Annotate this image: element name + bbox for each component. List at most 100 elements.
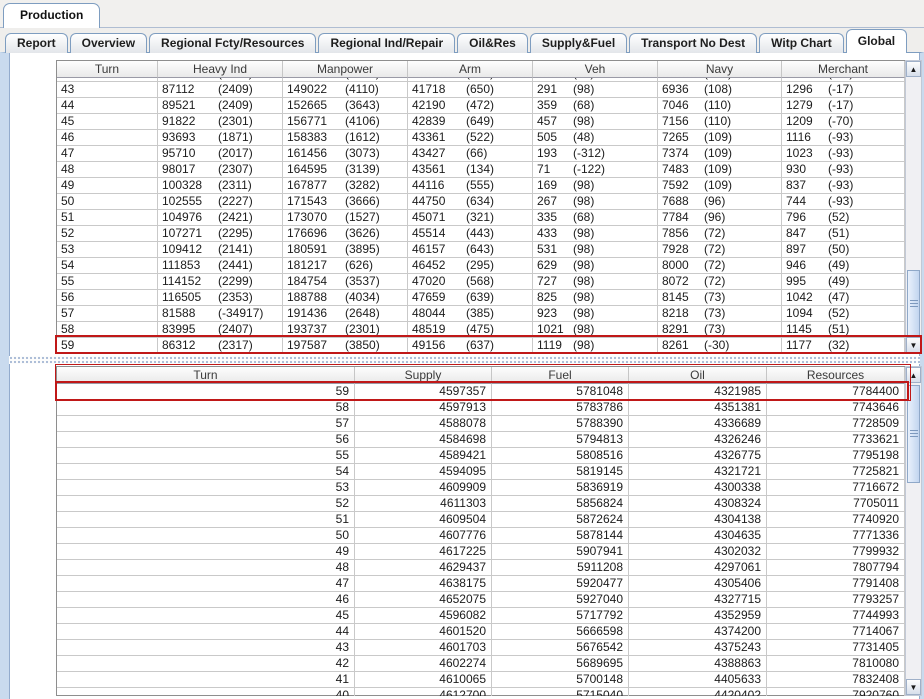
- table-row-turn-50[interactable]: 50 4607776 5878144 4304635 7771336: [57, 528, 905, 544]
- cell-value: 4300338: [629, 480, 767, 496]
- table-row-turn-57[interactable]: 57 4588078 5788390 4336689 7728509: [57, 416, 905, 432]
- table-row-turn-57[interactable]: 57 81588 (-34917) 191436 (2648) 48044 (385) 923…: [57, 306, 905, 322]
- split-divider[interactable]: [9, 356, 920, 364]
- subtab-regional-ind-repair[interactable]: Regional Ind/Repair: [318, 33, 456, 53]
- cell-delta: (4110): [345, 82, 379, 96]
- scroll-down-button[interactable]: ▼: [906, 679, 921, 695]
- cell-number: 184754: [287, 274, 328, 288]
- table-row-turn-41[interactable]: 41 4610065 5700148 4405633 7832408: [57, 672, 905, 688]
- cell-value: 98017 (2307): [158, 162, 283, 178]
- cell-value: 4609909: [355, 480, 492, 496]
- table-row-turn-56[interactable]: 56 116505 (2353) 188788 (4034) 47659 (639) 825 (…: [57, 290, 905, 306]
- cell-value: 457 (98): [533, 114, 658, 130]
- table-row-turn-45[interactable]: 45 4596082 5717792 4352959 7744993: [57, 608, 905, 624]
- table-row-turn-43[interactable]: 43 4601703 5676542 4375243 7731405: [57, 640, 905, 656]
- table-row-turn-55[interactable]: 55 4589421 5808516 4326775 7795198: [57, 448, 905, 464]
- subtab-transport-no-dest[interactable]: Transport No Dest: [629, 33, 758, 53]
- table-row-turn-58[interactable]: 58 4597913 5783786 4351381 7743646: [57, 400, 905, 416]
- table-row-turn-46[interactable]: 46 93693 (1871) 158383 (1612) 43361 (522) 505 (4…: [57, 130, 905, 146]
- subtab-oil-res[interactable]: Oil&Res: [457, 33, 528, 53]
- cell-value: 44116 (555): [408, 178, 533, 194]
- subtab-witp-chart[interactable]: Witp Chart: [759, 33, 844, 53]
- table-row-turn-54[interactable]: 54 4594095 5819145 4321721 7725821: [57, 464, 905, 480]
- table-row-turn-47[interactable]: 47 95710 (2017) 161456 (3073) 43427 (66) 193 (-3…: [57, 146, 905, 162]
- cell-value: 995 (49): [782, 274, 905, 290]
- table-row-turn-49[interactable]: 49 4617225 5907941 4302032 7799932: [57, 544, 905, 560]
- subtab-overview[interactable]: Overview: [69, 33, 148, 53]
- column-header-supply[interactable]: Supply: [355, 367, 492, 384]
- cell-number: 7592: [662, 178, 689, 192]
- tab-production[interactable]: Production: [3, 3, 101, 28]
- cell-number: 197587: [287, 338, 328, 352]
- cell-value: 930 (-93): [782, 162, 905, 178]
- table-row-turn-59[interactable]: 59 4597357 5781048 4321985 7784400: [57, 384, 905, 400]
- column-header-heavy-ind[interactable]: Heavy Ind: [158, 61, 283, 78]
- table-row-turn-59[interactable]: 59 86312 (2317) 197587 (3850) 49156 (637) 1119 (…: [57, 338, 905, 354]
- column-header-turn[interactable]: Turn: [57, 367, 355, 384]
- subtab-report[interactable]: Report: [5, 33, 68, 53]
- cell-delta: (3282): [345, 178, 380, 192]
- table-row-turn-51[interactable]: 51 4609504 5872624 4304138 7740920: [57, 512, 905, 528]
- supply-table-scrollbar[interactable]: ▲ ▼: [905, 366, 922, 696]
- cell-value: 837 (-93): [782, 178, 905, 194]
- cell-delta: (1871): [218, 130, 253, 144]
- column-header-veh[interactable]: Veh: [533, 61, 658, 78]
- subtab-global[interactable]: Global: [845, 29, 908, 53]
- cell-number: 169: [537, 178, 558, 192]
- table-row-turn-51[interactable]: 51 104976 (2421) 173070 (1527) 45071 (321) 335 (…: [57, 210, 905, 226]
- column-header-fuel[interactable]: Fuel: [492, 367, 629, 384]
- table-row-turn-45[interactable]: 45 91822 (2301) 156771 (4106) 42839 (649) 457 (9…: [57, 114, 905, 130]
- scrollbar-thumb[interactable]: [907, 385, 920, 483]
- cell-number: 7784: [662, 210, 689, 224]
- cell-delta: (639): [466, 290, 495, 304]
- cell-number: 161456: [287, 146, 328, 160]
- cell-number: 41718: [412, 82, 446, 96]
- table-row-turn-58[interactable]: 58 83995 (2407) 193737 (2301) 48519 (475) 1021 (…: [57, 322, 905, 338]
- cell-value: 1042 (47): [782, 290, 905, 306]
- subtab-supply-fuel[interactable]: Supply&Fuel: [529, 33, 628, 53]
- column-header-turn[interactable]: Turn: [57, 61, 158, 78]
- table-row-turn-54[interactable]: 54 111853 (2441) 181217 (626) 46452 (295) 629 (9…: [57, 258, 905, 274]
- subtab-regional-fcty-resources[interactable]: Regional Fcty/Resources: [149, 33, 317, 53]
- cell-number: 107271: [162, 226, 203, 240]
- table-row-turn-40[interactable]: 40 4612700 5715040 4420402 7920760: [57, 688, 905, 696]
- cell-turn: 53: [57, 480, 355, 496]
- table-row-turn-43[interactable]: 43 87112 (2409) 149022 (4110) 41718 (650) 291 (9…: [57, 82, 905, 98]
- column-header-resources[interactable]: Resources: [767, 367, 905, 384]
- table-row-turn-47[interactable]: 47 4638175 5920477 4305406 7791408: [57, 576, 905, 592]
- table-row-turn-53[interactable]: 53 109412 (2141) 180591 (3895) 46157 (643) 531 (…: [57, 242, 905, 258]
- table-row-turn-46[interactable]: 46 4652075 5927040 4327715 7793257: [57, 592, 905, 608]
- table-row-turn-48[interactable]: 48 4629437 5911208 4297061 7807794: [57, 560, 905, 576]
- table-row-turn-52[interactable]: 52 4611303 5856824 4308324 7705011: [57, 496, 905, 512]
- scroll-up-icon: ▲: [909, 370, 918, 380]
- cell-value: 45071 (321): [408, 210, 533, 226]
- cell-number: 744: [786, 194, 807, 208]
- column-header-merchant[interactable]: Merchant: [782, 61, 905, 78]
- table-row-turn-53[interactable]: 53 4609909 5836919 4300338 7716672: [57, 480, 905, 496]
- cell-value: 4638175: [355, 576, 492, 592]
- table-row-turn-55[interactable]: 55 114152 (2299) 184754 (3537) 47020 (568) 727 (…: [57, 274, 905, 290]
- cell-value: 4304138: [629, 512, 767, 528]
- production-table-scrollbar[interactable]: ▲ ▼: [905, 60, 922, 354]
- column-header-arm[interactable]: Arm: [408, 61, 533, 78]
- scroll-down-button[interactable]: ▼: [906, 337, 921, 353]
- scroll-up-button[interactable]: ▲: [906, 367, 921, 383]
- table-row-turn-52[interactable]: 52 107271 (2295) 176696 (3626) 45514 (443) 433 (…: [57, 226, 905, 242]
- table-row-turn-42[interactable]: 42 4602274 5689695 4388863 7810080: [57, 656, 905, 672]
- table-row-turn-56[interactable]: 56 4584698 5794813 4326246 7733621: [57, 432, 905, 448]
- column-header-navy[interactable]: Navy: [658, 61, 782, 78]
- cell-turn: 44: [57, 624, 355, 640]
- table-row-turn-48[interactable]: 48 98017 (2307) 164595 (3139) 43561 (134) 71 (-1…: [57, 162, 905, 178]
- scroll-up-button[interactable]: ▲: [906, 61, 921, 77]
- column-header-manpower[interactable]: Manpower: [283, 61, 408, 78]
- column-header-oil[interactable]: Oil: [629, 367, 767, 384]
- table-row-turn-50[interactable]: 50 102555 (2227) 171543 (3666) 44750 (634) 267 (…: [57, 194, 905, 210]
- table-row-turn-49[interactable]: 49 100328 (2311) 167877 (3282) 44116 (555) 169 (…: [57, 178, 905, 194]
- cell-number: 505: [537, 130, 558, 144]
- scrollbar-thumb[interactable]: [907, 270, 920, 337]
- cell-value: 4327715: [629, 592, 767, 608]
- table-row-turn-44[interactable]: 44 89521 (2409) 152665 (3643) 42190 (472) 359 (6…: [57, 98, 905, 114]
- cell-number: 48044: [412, 306, 446, 320]
- table-row-turn-44[interactable]: 44 4601520 5666598 4374200 7714067: [57, 624, 905, 640]
- cell-number: 109412: [162, 242, 203, 256]
